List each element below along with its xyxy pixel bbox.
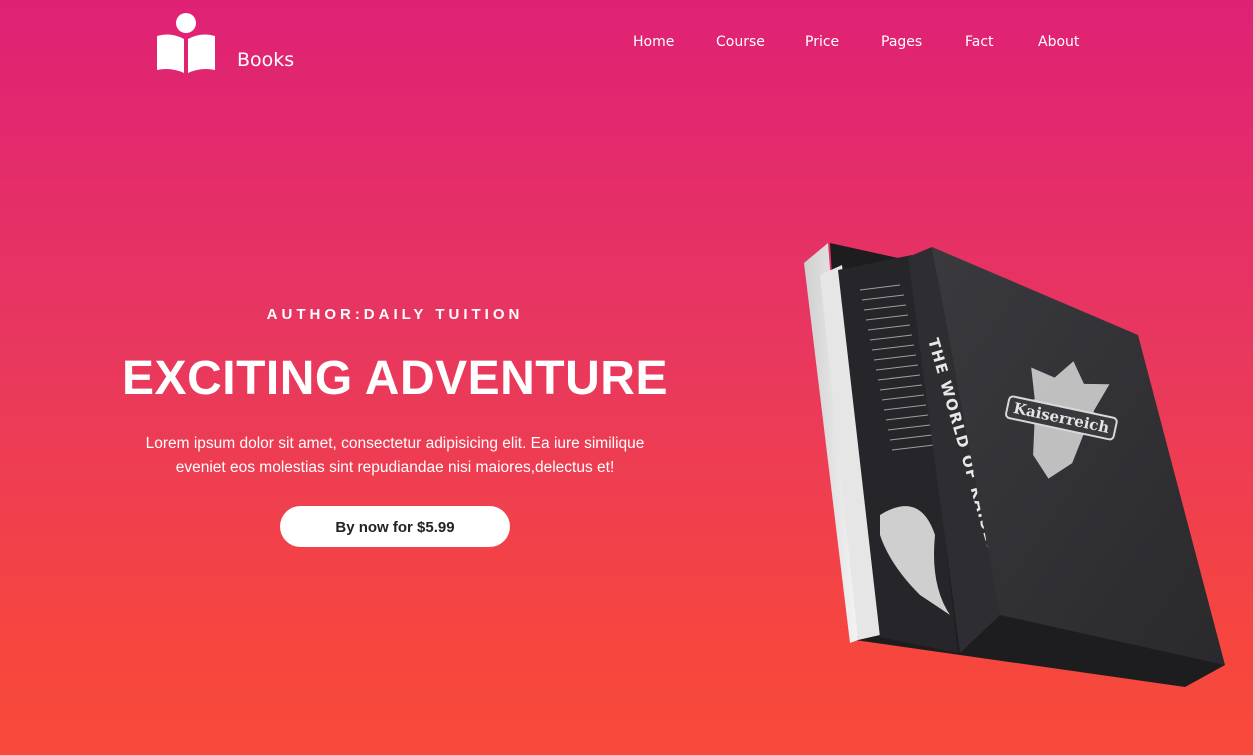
nav-pages[interactable]: Pages xyxy=(881,34,922,50)
brand-name: Books xyxy=(237,49,295,71)
description-line: Lorem ipsum dolor sit amet, consectetur … xyxy=(145,435,645,452)
nav-fact[interactable]: Fact xyxy=(965,34,994,50)
reader-book-icon xyxy=(157,13,215,73)
buy-now-button[interactable]: By now for $5.99 xyxy=(280,506,510,547)
author-line: AUTHOR:DAILY TUITION xyxy=(266,306,524,323)
nav-about[interactable]: About xyxy=(1038,34,1079,50)
nav-home[interactable]: Home xyxy=(633,34,674,50)
hero-title: EXCITING ADVENTURE xyxy=(122,352,668,405)
hero-section: AUTHOR:DAILY TUITION EXCITING ADVENTURE … xyxy=(95,300,695,547)
description-line: eveniet eos molestias sint repudiandae n… xyxy=(175,459,615,476)
book-image: THE WORLD OF KAISERREICH Kaiserreich xyxy=(804,243,1225,687)
brand-logo[interactable]: Books xyxy=(155,12,294,74)
nav-course[interactable]: Course xyxy=(716,34,765,50)
nav-price[interactable]: Price xyxy=(805,34,839,50)
hero-description: Lorem ipsum dolor sit amet, consectetur … xyxy=(95,432,695,480)
